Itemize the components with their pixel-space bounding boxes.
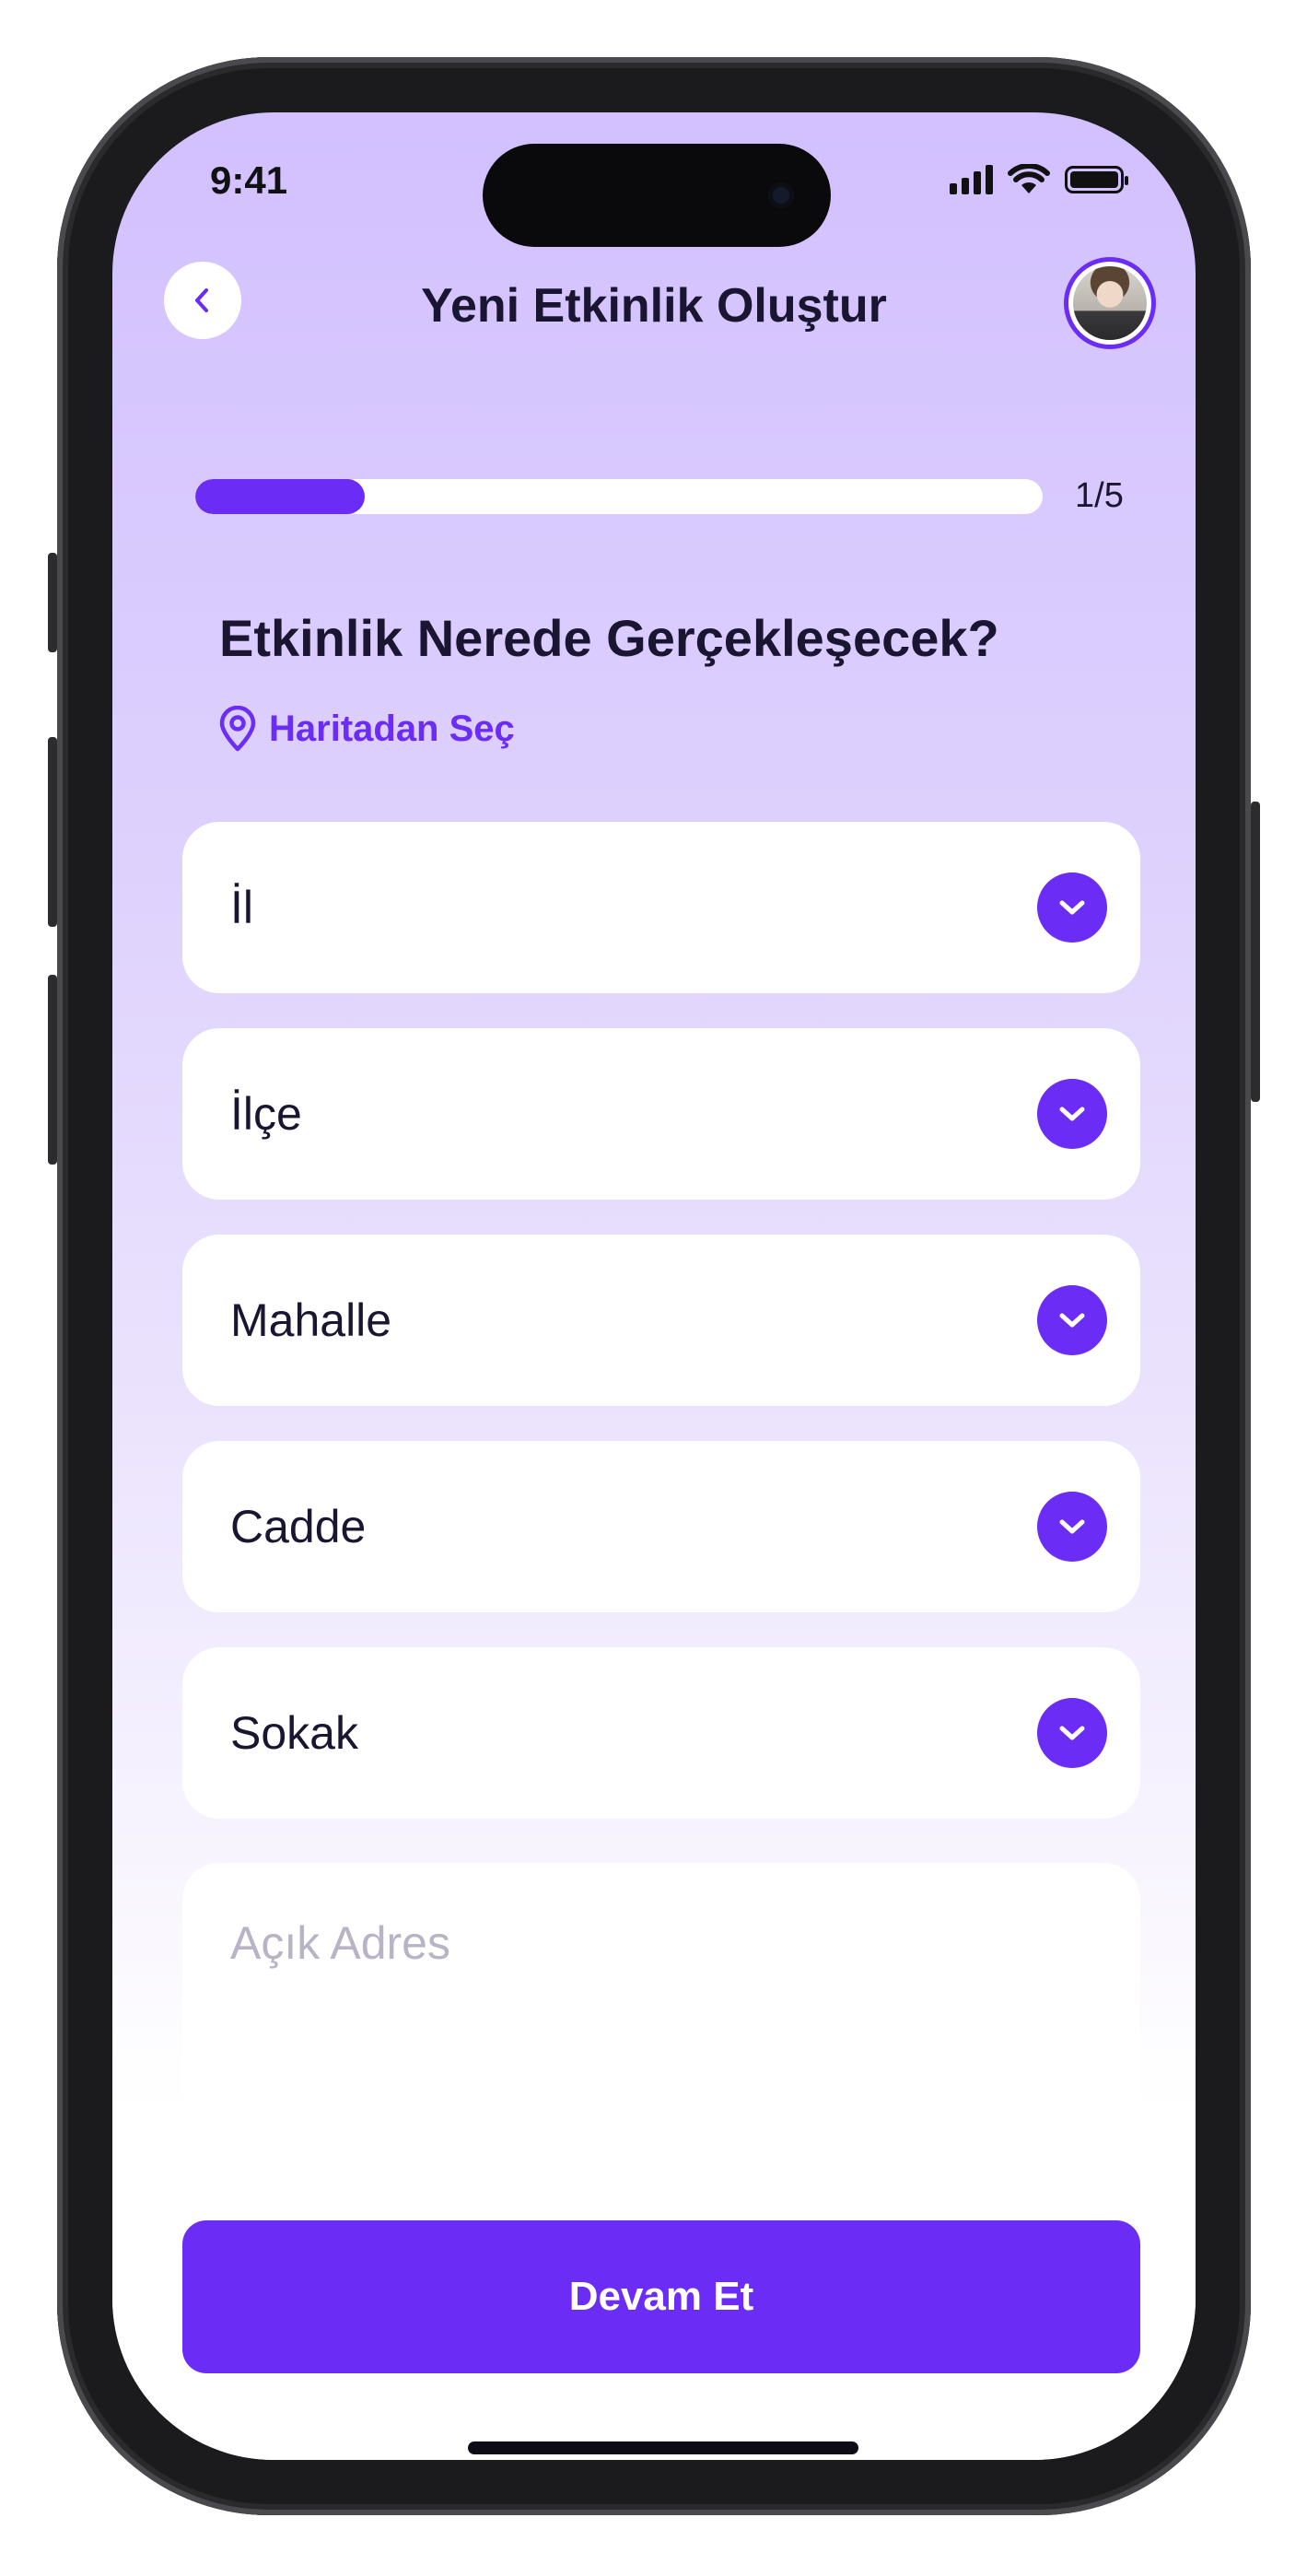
continue-button[interactable]: Devam Et [182, 2220, 1140, 2373]
chevron-down-icon [1037, 872, 1107, 943]
location-pin-icon [219, 706, 256, 752]
chevron-down-icon [1037, 1492, 1107, 1562]
dynamic-island [483, 144, 831, 247]
power-button [1251, 802, 1260, 1102]
camera-icon [768, 182, 794, 208]
progress-bar [195, 479, 1043, 514]
avenue-select[interactable]: Cadde [182, 1441, 1140, 1612]
step-question: Etkinlik Nerede Gerçekleşecek? [219, 609, 999, 667]
avenue-select-label: Cadde [230, 1501, 367, 1552]
select-from-map-link[interactable]: Haritadan Seç [217, 706, 515, 752]
action-button [48, 553, 57, 652]
home-indicator [468, 2441, 858, 2454]
select-from-map-label: Haritadan Seç [269, 708, 515, 749]
status-time: 9:41 [210, 158, 288, 202]
chevron-down-icon [1037, 1698, 1107, 1768]
chevron-down-icon [1037, 1285, 1107, 1355]
volume-up-button [48, 737, 57, 927]
avatar-photo [1073, 266, 1147, 340]
progress-step-count: 1/5 [1075, 476, 1124, 515]
district-select[interactable]: İlçe [182, 1028, 1140, 1200]
neighborhood-select[interactable]: Mahalle [182, 1235, 1140, 1406]
avatar[interactable] [1064, 257, 1156, 349]
chevron-down-icon [1037, 1079, 1107, 1149]
street-select-label: Sokak [230, 1707, 358, 1759]
app-screen: 9:41 Yeni Etkinlik Oluştur 1/5 Etkinlik … [112, 112, 1196, 2460]
signal-icon [950, 165, 993, 194]
province-select-label: İl [230, 882, 253, 933]
wifi-icon [1008, 164, 1050, 193]
progress-bar-fill [195, 479, 365, 514]
volume-down-button [48, 975, 57, 1165]
street-select[interactable]: Sokak [182, 1647, 1140, 1819]
battery-icon [1065, 166, 1128, 193]
district-select-label: İlçe [230, 1088, 302, 1140]
province-select[interactable]: İl [182, 822, 1140, 993]
neighborhood-select-label: Mahalle [230, 1294, 392, 1346]
status-icons [950, 157, 1128, 203]
page-title: Yeni Etkinlik Oluştur [421, 279, 887, 333]
